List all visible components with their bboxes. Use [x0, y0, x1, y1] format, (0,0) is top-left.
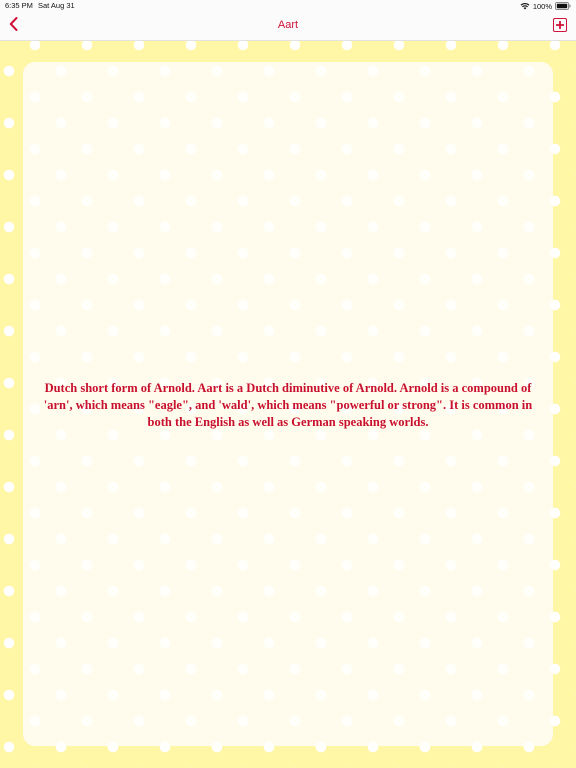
status-date: Sat Aug 31	[38, 1, 75, 10]
battery-icon	[555, 2, 571, 10]
navigation-bar: Aart	[0, 12, 576, 41]
content-card: Dutch short form of Arnold. Aart is a Du…	[23, 62, 553, 746]
page-title: Aart	[277, 19, 299, 31]
plus-icon	[555, 16, 565, 34]
status-time: 6:35 PM	[5, 1, 33, 10]
name-description: Dutch short form of Arnold. Aart is a Du…	[43, 381, 533, 429]
battery-percent: 100%	[532, 1, 552, 11]
wifi-icon	[520, 2, 530, 10]
status-indicators: 100%	[520, 0, 571, 12]
status-bar: 6:35 PM Sat Aug 31 100%	[0, 0, 576, 12]
add-button[interactable]	[553, 18, 567, 32]
